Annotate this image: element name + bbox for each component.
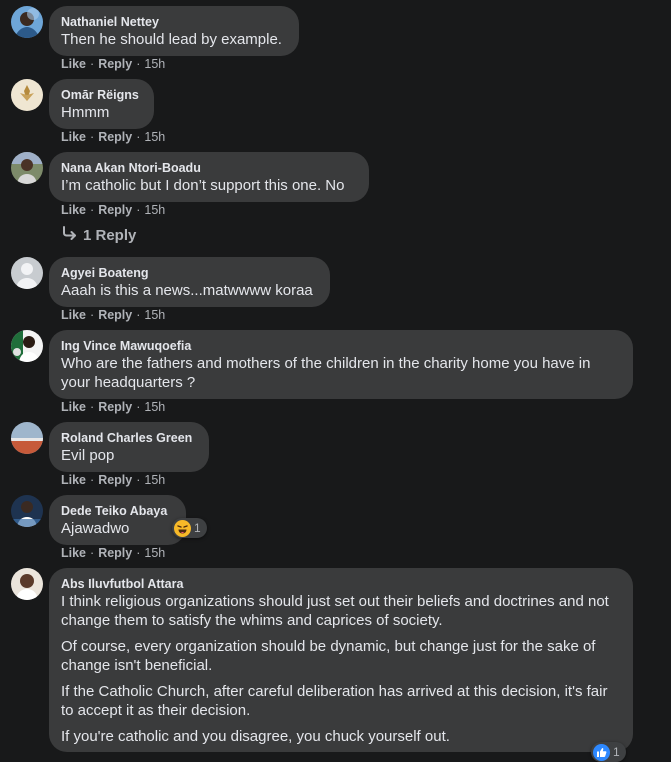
comment-text: I think religious organizations should j… [61,592,621,746]
comment-text: Aaah is this a news...matwwww koraa [61,281,318,300]
comment-bubble: Abs Iluvfutbol Attara I think religious o… [49,568,633,752]
reaction-count: 1 [194,521,201,535]
reaction-count: 1 [613,745,620,759]
comment-paragraph: I think religious organizations should j… [61,593,609,629]
like-icon [593,743,610,761]
comment-bubble: Roland Charles Green Evil pop [49,422,209,472]
commenter-name[interactable]: Ing Vince Mawuqoefia [61,338,621,354]
comment-bubble: Agyei Boateng Aaah is this a news...matww… [49,257,330,307]
comment-actions: Like · Reply · 15h [61,57,165,71]
separator-dot: · [90,130,95,144]
avatar[interactable] [11,330,43,362]
separator-dot: · [136,400,141,414]
like-link[interactable]: Like [61,130,86,144]
avatar[interactable] [11,152,43,184]
avatar[interactable] [11,6,43,38]
comment-text: Then he should lead by example. [61,30,287,49]
commenter-name[interactable]: Omār Rëigns [61,87,142,103]
separator-dot: · [90,473,95,487]
comment-actions: Like · Reply · 15h [61,203,165,217]
separator-dot: · [136,473,141,487]
view-replies-label: 1 Reply [83,226,137,244]
reply-link[interactable]: Reply [98,400,132,414]
reply-link[interactable]: Reply [98,130,132,144]
separator-dot: · [90,57,95,71]
comment-paragraph: Evil pop [61,447,115,464]
comment-paragraph: I’m catholic but I don’t support this on… [61,177,345,194]
comment-paragraph: Then he should lead by example. [61,31,282,48]
haha-emoji-icon [174,519,191,537]
timestamp[interactable]: 15h [144,203,165,217]
commenter-name[interactable]: Nana Akan Ntori-Boadu [61,160,357,176]
comment-text: Who are the fathers and mothers of the c… [61,354,621,392]
timestamp[interactable]: 15h [144,130,165,144]
reaction-badge[interactable]: 1 [591,742,626,762]
commenter-name[interactable]: Roland Charles Green [61,430,197,446]
separator-dot: · [136,308,141,322]
like-link[interactable]: Like [61,203,86,217]
comment-paragraph: Who are the fathers and mothers of the c… [61,355,591,391]
timestamp[interactable]: 15h [144,546,165,560]
separator-dot: · [90,400,95,414]
timestamp[interactable]: 15h [144,473,165,487]
separator-dot: · [136,203,141,217]
comment-paragraph: Of course, every organization should be … [61,638,596,674]
reply-link[interactable]: Reply [98,473,132,487]
separator-dot: · [136,546,141,560]
comment-paragraph: If you're catholic and you disagree, you… [61,728,450,745]
reply-link[interactable]: Reply [98,203,132,217]
timestamp[interactable]: 15h [144,400,165,414]
like-link[interactable]: Like [61,546,86,560]
like-link[interactable]: Like [61,57,86,71]
commenter-name[interactable]: Abs Iluvfutbol Attara [61,576,621,592]
comment-actions: Like · Reply · 15h [61,308,165,322]
separator-dot: · [136,130,141,144]
comment-paragraph: If the Catholic Church, after careful de… [61,683,608,719]
view-replies-link[interactable]: 1 Reply [61,226,136,244]
like-link[interactable]: Like [61,308,86,322]
avatar[interactable] [11,257,43,289]
reply-arrow-icon [61,226,77,244]
separator-dot: · [136,57,141,71]
commenter-name[interactable]: Dede Teiko Abaya [61,503,174,519]
comment-paragraph: Hmmm [61,104,110,121]
avatar[interactable] [11,422,43,454]
reply-link[interactable]: Reply [98,308,132,322]
avatar[interactable] [11,79,43,111]
comment-bubble: Omār Rëigns Hmmm [49,79,154,129]
comment-paragraph: Aaah is this a news...matwwww koraa [61,282,313,299]
timestamp[interactable]: 15h [144,57,165,71]
commenter-name[interactable]: Agyei Boateng [61,265,318,281]
reaction-badge[interactable]: 1 [172,518,207,538]
commenter-name[interactable]: Nathaniel Nettey [61,14,287,30]
separator-dot: · [90,203,95,217]
comment-paragraph: Ajawadwo [61,520,130,537]
like-link[interactable]: Like [61,400,86,414]
comment-text: Hmmm [61,103,142,122]
comment-bubble: Dede Teiko Abaya Ajawadwo [49,495,186,545]
like-link[interactable]: Like [61,473,86,487]
reply-link[interactable]: Reply [98,57,132,71]
comment-text: Ajawadwo [61,519,174,538]
comment-text: Evil pop [61,446,197,465]
comment-actions: Like · Reply · 15h [61,546,165,560]
avatar[interactable] [11,568,43,600]
separator-dot: · [90,546,95,560]
timestamp[interactable]: 15h [144,308,165,322]
comment-bubble: Nana Akan Ntori-Boadu I’m catholic but I … [49,152,369,202]
comment-actions: Like · Reply · 15h [61,473,165,487]
comment-bubble: Ing Vince Mawuqoefia Who are the fathers … [49,330,633,399]
separator-dot: · [90,308,95,322]
comment-text: I’m catholic but I don’t support this on… [61,176,357,195]
reply-link[interactable]: Reply [98,546,132,560]
comment-actions: Like · Reply · 15h [61,130,165,144]
avatar[interactable] [11,495,43,527]
comment-bubble: Nathaniel Nettey Then he should lead by e… [49,6,299,56]
comment-actions: Like · Reply · 15h [61,400,165,414]
